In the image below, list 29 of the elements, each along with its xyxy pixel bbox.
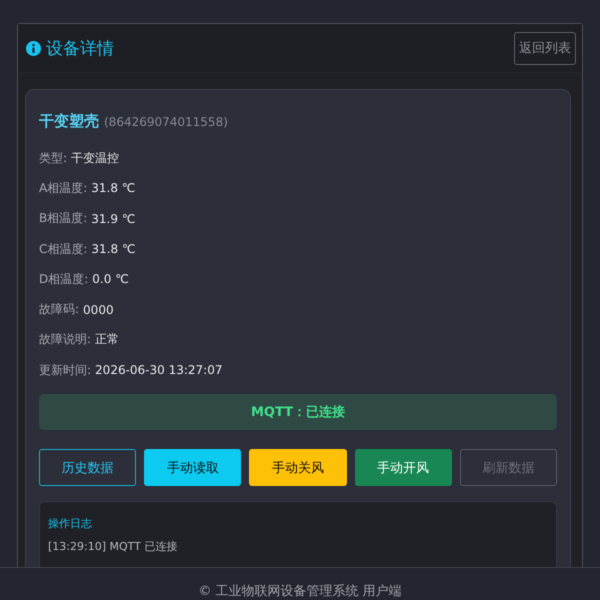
field-value: 31.9 ℃ xyxy=(91,212,136,226)
panel-title: 设备详情 xyxy=(46,38,114,60)
field-value: 正常 xyxy=(95,331,120,348)
info-icon xyxy=(26,40,41,56)
field-value: 2026-06-30 13:27:07 xyxy=(95,363,222,378)
device-id: (864269074011558) xyxy=(104,115,228,129)
action-button[interactable]: 手动读取 xyxy=(144,449,242,486)
action-button[interactable]: 手动关风 xyxy=(249,449,347,486)
log-entry: [13:29:10] MQTT 已连接 xyxy=(48,539,178,554)
field-label: B相温度: xyxy=(39,210,88,228)
back-button[interactable]: 返回列表 xyxy=(514,32,576,64)
field-label: 类型: xyxy=(39,150,68,167)
field-label: A相温度: xyxy=(39,180,88,197)
field-value: 31.8 ℃ xyxy=(91,242,136,256)
field-label: C相温度: xyxy=(39,240,88,258)
field-label: 故障说明: xyxy=(39,331,92,348)
field-value: 31.8 ℃ xyxy=(91,181,136,196)
field-value: 0.0 ℃ xyxy=(92,272,129,286)
device-name: 干变塑壳 xyxy=(39,112,99,131)
mqtt-status-banner: MQTT：已连接 xyxy=(39,394,557,430)
log-title: 操作日志 xyxy=(48,516,93,532)
field-label: D相温度: xyxy=(39,270,88,288)
field-label: 更新时间: xyxy=(39,362,92,379)
action-button[interactable]: 手动开风 xyxy=(354,449,452,486)
field-value: 0000 xyxy=(83,302,114,317)
action-button[interactable]: 历史数据 xyxy=(39,449,136,486)
footer-text: © 工业物联网设备管理系统 用户端 xyxy=(198,584,402,600)
field-value: 干变温控 xyxy=(71,150,120,167)
field-label: 故障码: xyxy=(39,301,80,318)
